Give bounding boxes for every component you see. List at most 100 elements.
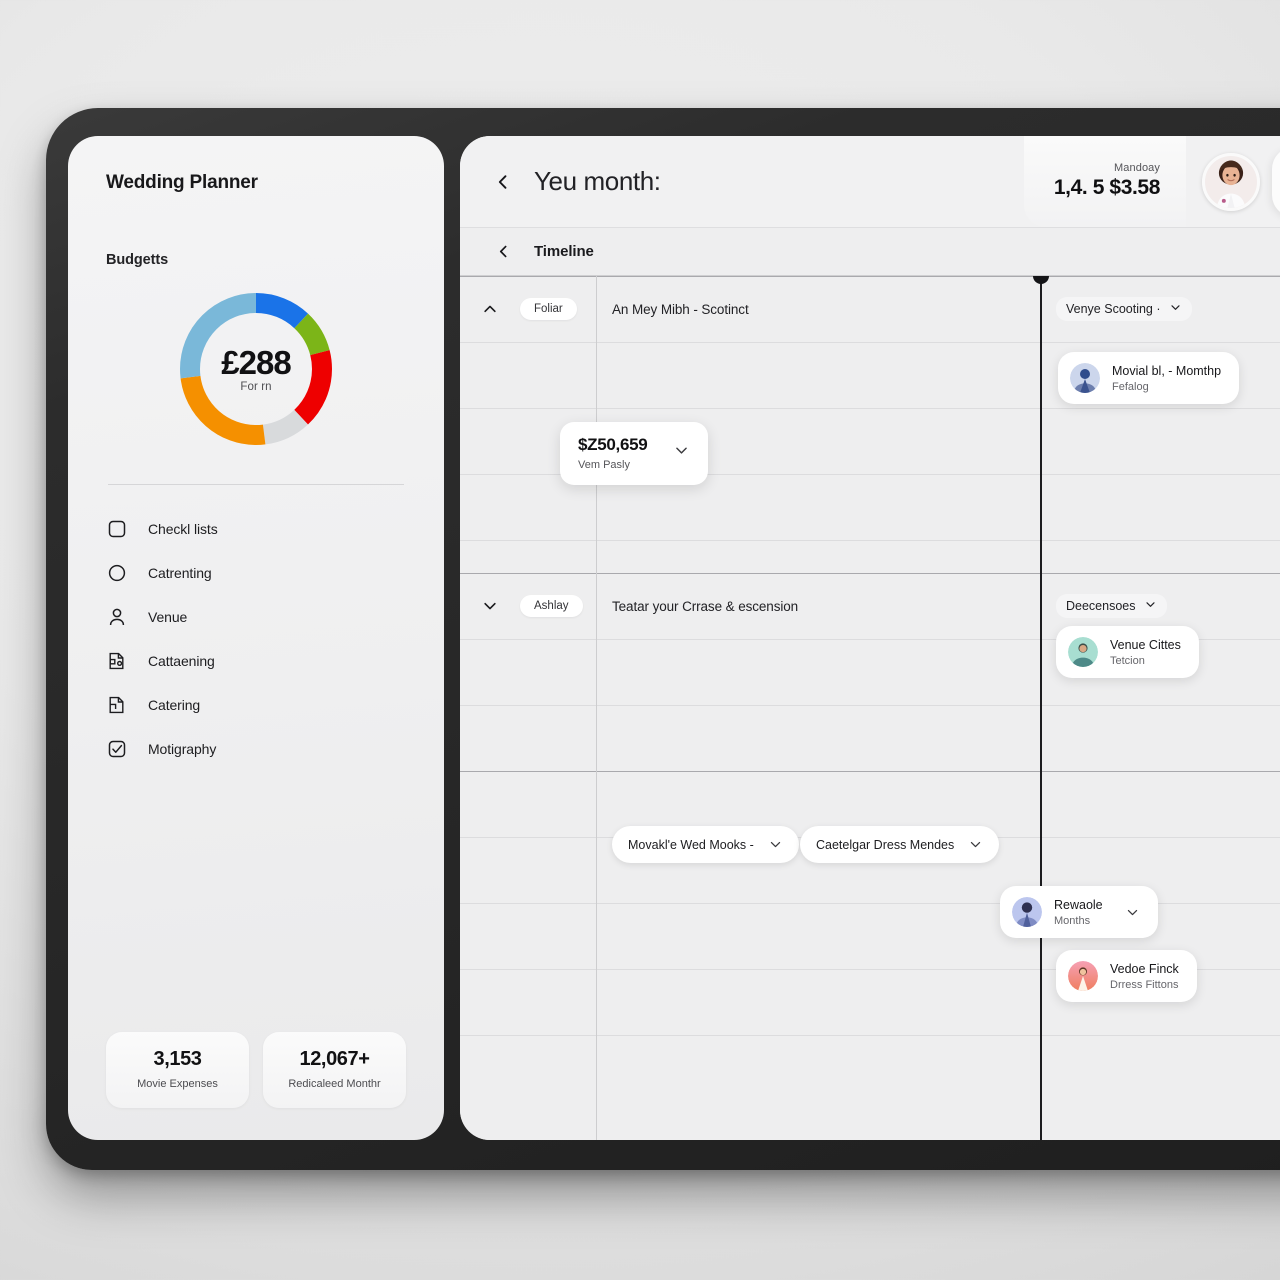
card-subtitle: Drress Fittons bbox=[1110, 978, 1179, 991]
card-title: Rewaole bbox=[1054, 897, 1103, 912]
sidebar-panel: Wedding Planner Budgetts £288 For rn Che… bbox=[68, 136, 444, 1140]
metric-value: 1,4. 5 $3.58 bbox=[1053, 175, 1161, 199]
chevron-up-icon[interactable] bbox=[460, 300, 520, 318]
sidebar-item-catering[interactable]: Catering bbox=[106, 683, 406, 727]
search-button[interactable] bbox=[1272, 146, 1280, 217]
sidebar-item-venue[interactable]: Venue bbox=[106, 595, 406, 639]
sidebar-item-label: Venue bbox=[148, 609, 188, 625]
timeline-chip[interactable]: Caetelgar Dress Mendes bbox=[800, 826, 1000, 863]
timeline-person-card-text: Movial bl, - Momthp Fefalog bbox=[1112, 364, 1221, 393]
card-subtitle: Months bbox=[1054, 914, 1091, 927]
timeline-section-right-dropdown[interactable]: Venye Scooting · bbox=[1056, 297, 1192, 321]
tablet-device-frame: Wedding Planner Budgetts £288 For rn Che… bbox=[46, 108, 1280, 1170]
sidebar-item-motigraphy[interactable]: Motigraphy bbox=[106, 727, 406, 771]
budgets-section-label: Budgetts bbox=[106, 252, 169, 268]
chevron-left-icon[interactable] bbox=[490, 239, 516, 265]
timeline-section-pill[interactable]: Foliar bbox=[520, 298, 577, 320]
app-title: Wedding Planner bbox=[106, 172, 258, 193]
donut-total-value: £288 bbox=[221, 343, 291, 381]
card-subtitle: Tetcion bbox=[1110, 654, 1145, 667]
square-checkbox-icon bbox=[106, 518, 128, 540]
timeline-value-card[interactable]: $Z50,659 Vem Pasly bbox=[560, 422, 709, 485]
timeline-section-right-label: Venye Scooting · bbox=[1066, 302, 1161, 316]
stat-label: Movie Expenses bbox=[137, 1078, 218, 1090]
timeline-section-name: Teatar your Crrase & escension bbox=[612, 598, 799, 614]
chip-label: Caetelgar Dress Mendes bbox=[816, 837, 955, 852]
timeline-grid: Foliar An Mey Mibh - Scotinct Venye Scoo… bbox=[460, 276, 1280, 1140]
timeline-person-card[interactable]: Vedoe Finck Drress Fittons bbox=[1056, 950, 1197, 1002]
document-icon bbox=[106, 694, 128, 716]
header-right-cluster: Mandoay 1,4. 5 $3.58 bbox=[1023, 136, 1280, 227]
avatar-image bbox=[1068, 637, 1098, 667]
avatar-image bbox=[1012, 897, 1042, 927]
chevron-down-icon[interactable] bbox=[1125, 905, 1140, 920]
stat-label: Redicaleed Monthr bbox=[288, 1078, 381, 1090]
sidebar-divider bbox=[108, 484, 404, 485]
sidebar-nav: Checkl lists Catrenting Venue Cattaening… bbox=[106, 507, 406, 771]
chevron-down-icon bbox=[968, 837, 983, 852]
sidebar-item-cattaening[interactable]: Cattaening bbox=[106, 639, 406, 683]
card-subtitle: Fefalog bbox=[1112, 380, 1149, 393]
avatar-image bbox=[1205, 155, 1257, 208]
sidebar-item-label: Catering bbox=[148, 697, 201, 713]
main-header: Yeu month: Mandoay 1,4. 5 $3.58 bbox=[460, 136, 1280, 228]
card-title: Venue Cittes bbox=[1110, 637, 1181, 652]
timeline-playhead[interactable] bbox=[1033, 276, 1049, 1140]
timeline-section-pill[interactable]: Ashlay bbox=[520, 595, 583, 617]
timeline-section-name: An Mey Mibh - Scotinct bbox=[612, 301, 749, 317]
stat-card-movie-expenses[interactable]: 3,153 Movie Expenses bbox=[106, 1032, 249, 1108]
avatar[interactable] bbox=[1202, 152, 1260, 211]
metric-caption: Mandoay bbox=[1114, 161, 1160, 174]
timeline-person-card-text: Venue Cittes Tetcion bbox=[1110, 638, 1181, 667]
grid-line-v bbox=[596, 276, 597, 1140]
sidebar-item-label: Catrenting bbox=[148, 565, 212, 581]
sidebar-item-label: Cattaening bbox=[148, 653, 215, 669]
stat-card-redicaleed-monthr[interactable]: 12,067+ Redicaleed Monthr bbox=[263, 1032, 406, 1108]
timeline-person-card[interactable]: Venue Cittes Tetcion bbox=[1056, 626, 1199, 678]
grid-line-h bbox=[460, 540, 1280, 541]
timeline-chip[interactable]: Movakl'e Wed Mooks - bbox=[612, 826, 799, 863]
avatar bbox=[1012, 897, 1042, 927]
card-title: Vedoe Finck bbox=[1110, 961, 1179, 976]
chevron-down-icon[interactable] bbox=[460, 597, 520, 615]
chevron-down-icon bbox=[768, 837, 783, 852]
timeline-person-card[interactable]: Movial bl, - Momthp Fefalog bbox=[1058, 352, 1240, 404]
timeline-person-card[interactable]: Rewaole Months bbox=[1000, 886, 1158, 938]
checked-box-icon bbox=[106, 738, 128, 760]
grid-line-h bbox=[460, 705, 1280, 706]
timeline-sub-header: Timeline bbox=[460, 228, 1280, 276]
budget-donut-chart: £288 For rn bbox=[175, 288, 337, 450]
card-title: Movial bl, - Momthp bbox=[1112, 363, 1222, 378]
avatar-image bbox=[1068, 961, 1098, 991]
timeline-title: Timeline bbox=[534, 243, 594, 260]
grid-line-h bbox=[460, 771, 1280, 772]
sidebar-item-catrenting[interactable]: Catrenting bbox=[106, 551, 406, 595]
sidebar-item-label: Checkl lists bbox=[148, 521, 218, 537]
stat-value: 3,153 bbox=[153, 1048, 202, 1070]
chevron-down-icon bbox=[1169, 301, 1182, 317]
chevron-down-icon bbox=[1144, 598, 1157, 614]
sidebar-item-label: Motigraphy bbox=[148, 741, 217, 757]
timeline-section-right-dropdown[interactable]: Deecensoes bbox=[1056, 594, 1167, 618]
sidebar-item-checklists[interactable]: Checkl lists bbox=[106, 507, 406, 551]
device-screen: Wedding Planner Budgetts £288 For rn Che… bbox=[68, 136, 1280, 1140]
sidebar-stat-cards: 3,153 Movie Expenses 12,067+ Redicaleed … bbox=[106, 1032, 406, 1114]
donut-center-labels: £288 For rn bbox=[175, 288, 337, 450]
avatar bbox=[1068, 637, 1098, 667]
grid-line-h bbox=[460, 408, 1280, 409]
chevron-left-icon[interactable] bbox=[490, 169, 516, 195]
header-metric: Mandoay 1,4. 5 $3.58 bbox=[1023, 136, 1186, 227]
page-title: Yeu month: bbox=[534, 166, 661, 196]
circle-icon bbox=[106, 562, 128, 584]
person-icon bbox=[106, 606, 128, 628]
budget-donut-chart-wrap: £288 For rn bbox=[106, 288, 406, 450]
stat-value: 12,067+ bbox=[299, 1048, 370, 1070]
chevron-down-icon[interactable] bbox=[673, 442, 690, 464]
timeline-person-card-text: Vedoe Finck Drress Fittons bbox=[1110, 962, 1179, 991]
avatar bbox=[1068, 961, 1098, 991]
timeline-section-right-label: Deecensoes bbox=[1066, 599, 1136, 613]
chip-label: Movakl'e Wed Mooks - bbox=[628, 837, 754, 852]
card-subtitle: Vem Pasly bbox=[578, 459, 630, 471]
grid-line-h bbox=[460, 1035, 1280, 1036]
grid-line-h bbox=[460, 342, 1280, 343]
